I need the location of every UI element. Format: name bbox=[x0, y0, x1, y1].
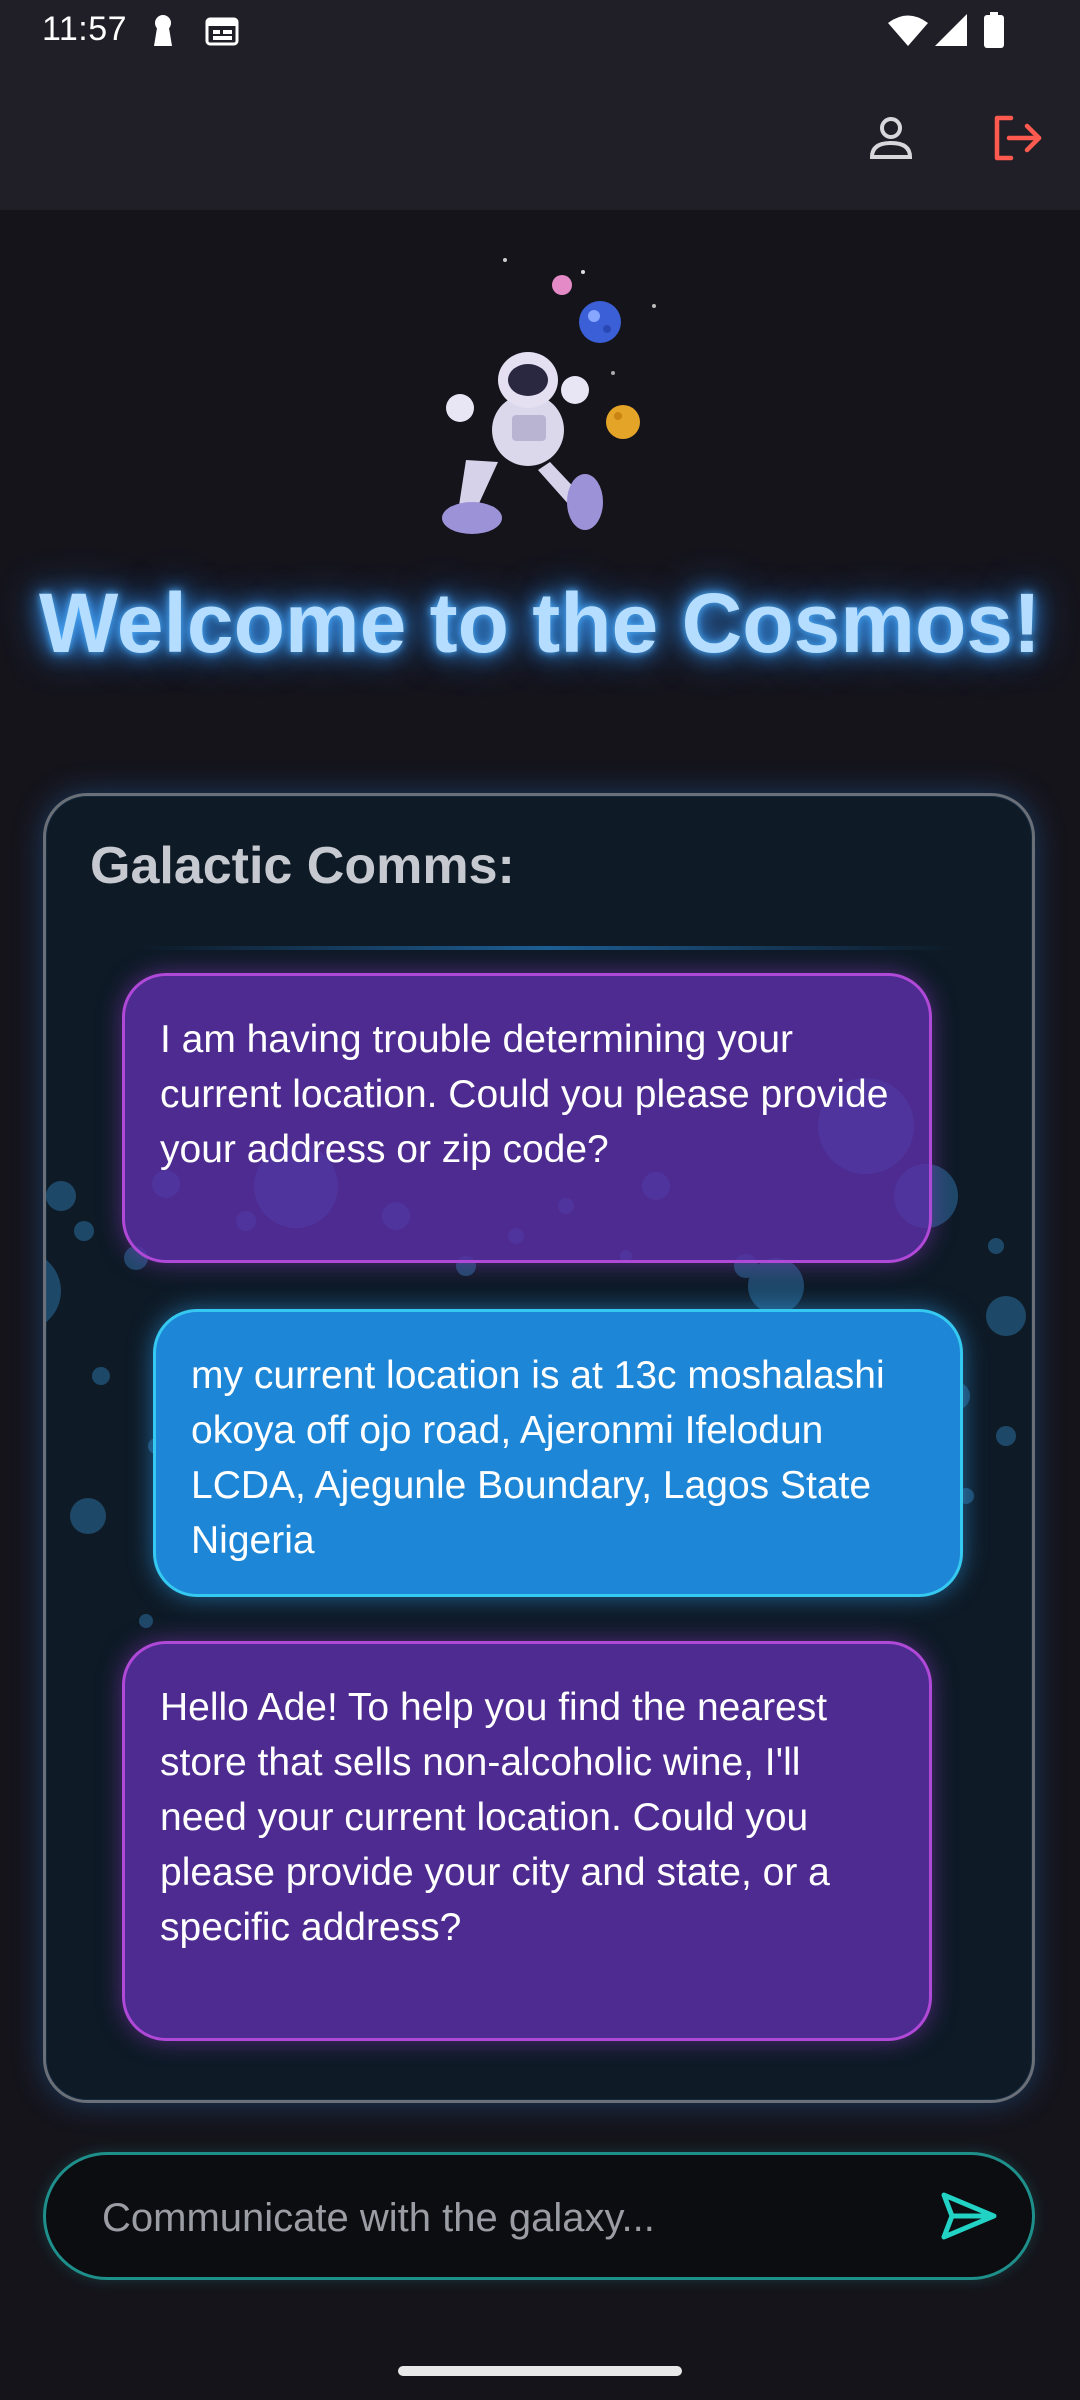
send-button[interactable] bbox=[936, 2185, 1002, 2251]
app-bar bbox=[0, 60, 1080, 210]
home-indicator[interactable] bbox=[398, 2366, 682, 2376]
wifi-icon bbox=[888, 14, 928, 51]
battery-icon bbox=[984, 12, 1004, 53]
person-icon bbox=[866, 113, 916, 168]
keyhole-icon bbox=[150, 14, 176, 53]
profile-button[interactable] bbox=[856, 105, 926, 175]
signal-icon bbox=[935, 14, 967, 51]
status-time: 11:57 bbox=[42, 10, 128, 48]
chat-panel[interactable]: Galactic Comms: I am having trouble dete… bbox=[43, 793, 1035, 2103]
calendar-icon bbox=[205, 16, 239, 51]
astronaut-illustration bbox=[400, 240, 680, 540]
chat-divider bbox=[136, 946, 956, 950]
logout-icon bbox=[989, 110, 1045, 171]
bot-message: Hello Ade! To help you find the nearest … bbox=[122, 1641, 932, 2041]
bot-message: I am having trouble determining your cur… bbox=[122, 973, 932, 1263]
welcome-title: Welcome to the Cosmos! bbox=[39, 576, 1041, 670]
logout-button[interactable] bbox=[982, 105, 1052, 175]
message-input[interactable] bbox=[100, 2177, 904, 2259]
user-message: my current location is at 13c moshalashi… bbox=[153, 1309, 963, 1597]
send-icon bbox=[940, 2191, 998, 2246]
message-composer bbox=[43, 2152, 1035, 2280]
chat-title: Galactic Comms: bbox=[90, 837, 515, 895]
status-bar: 11:57 bbox=[0, 0, 1080, 60]
